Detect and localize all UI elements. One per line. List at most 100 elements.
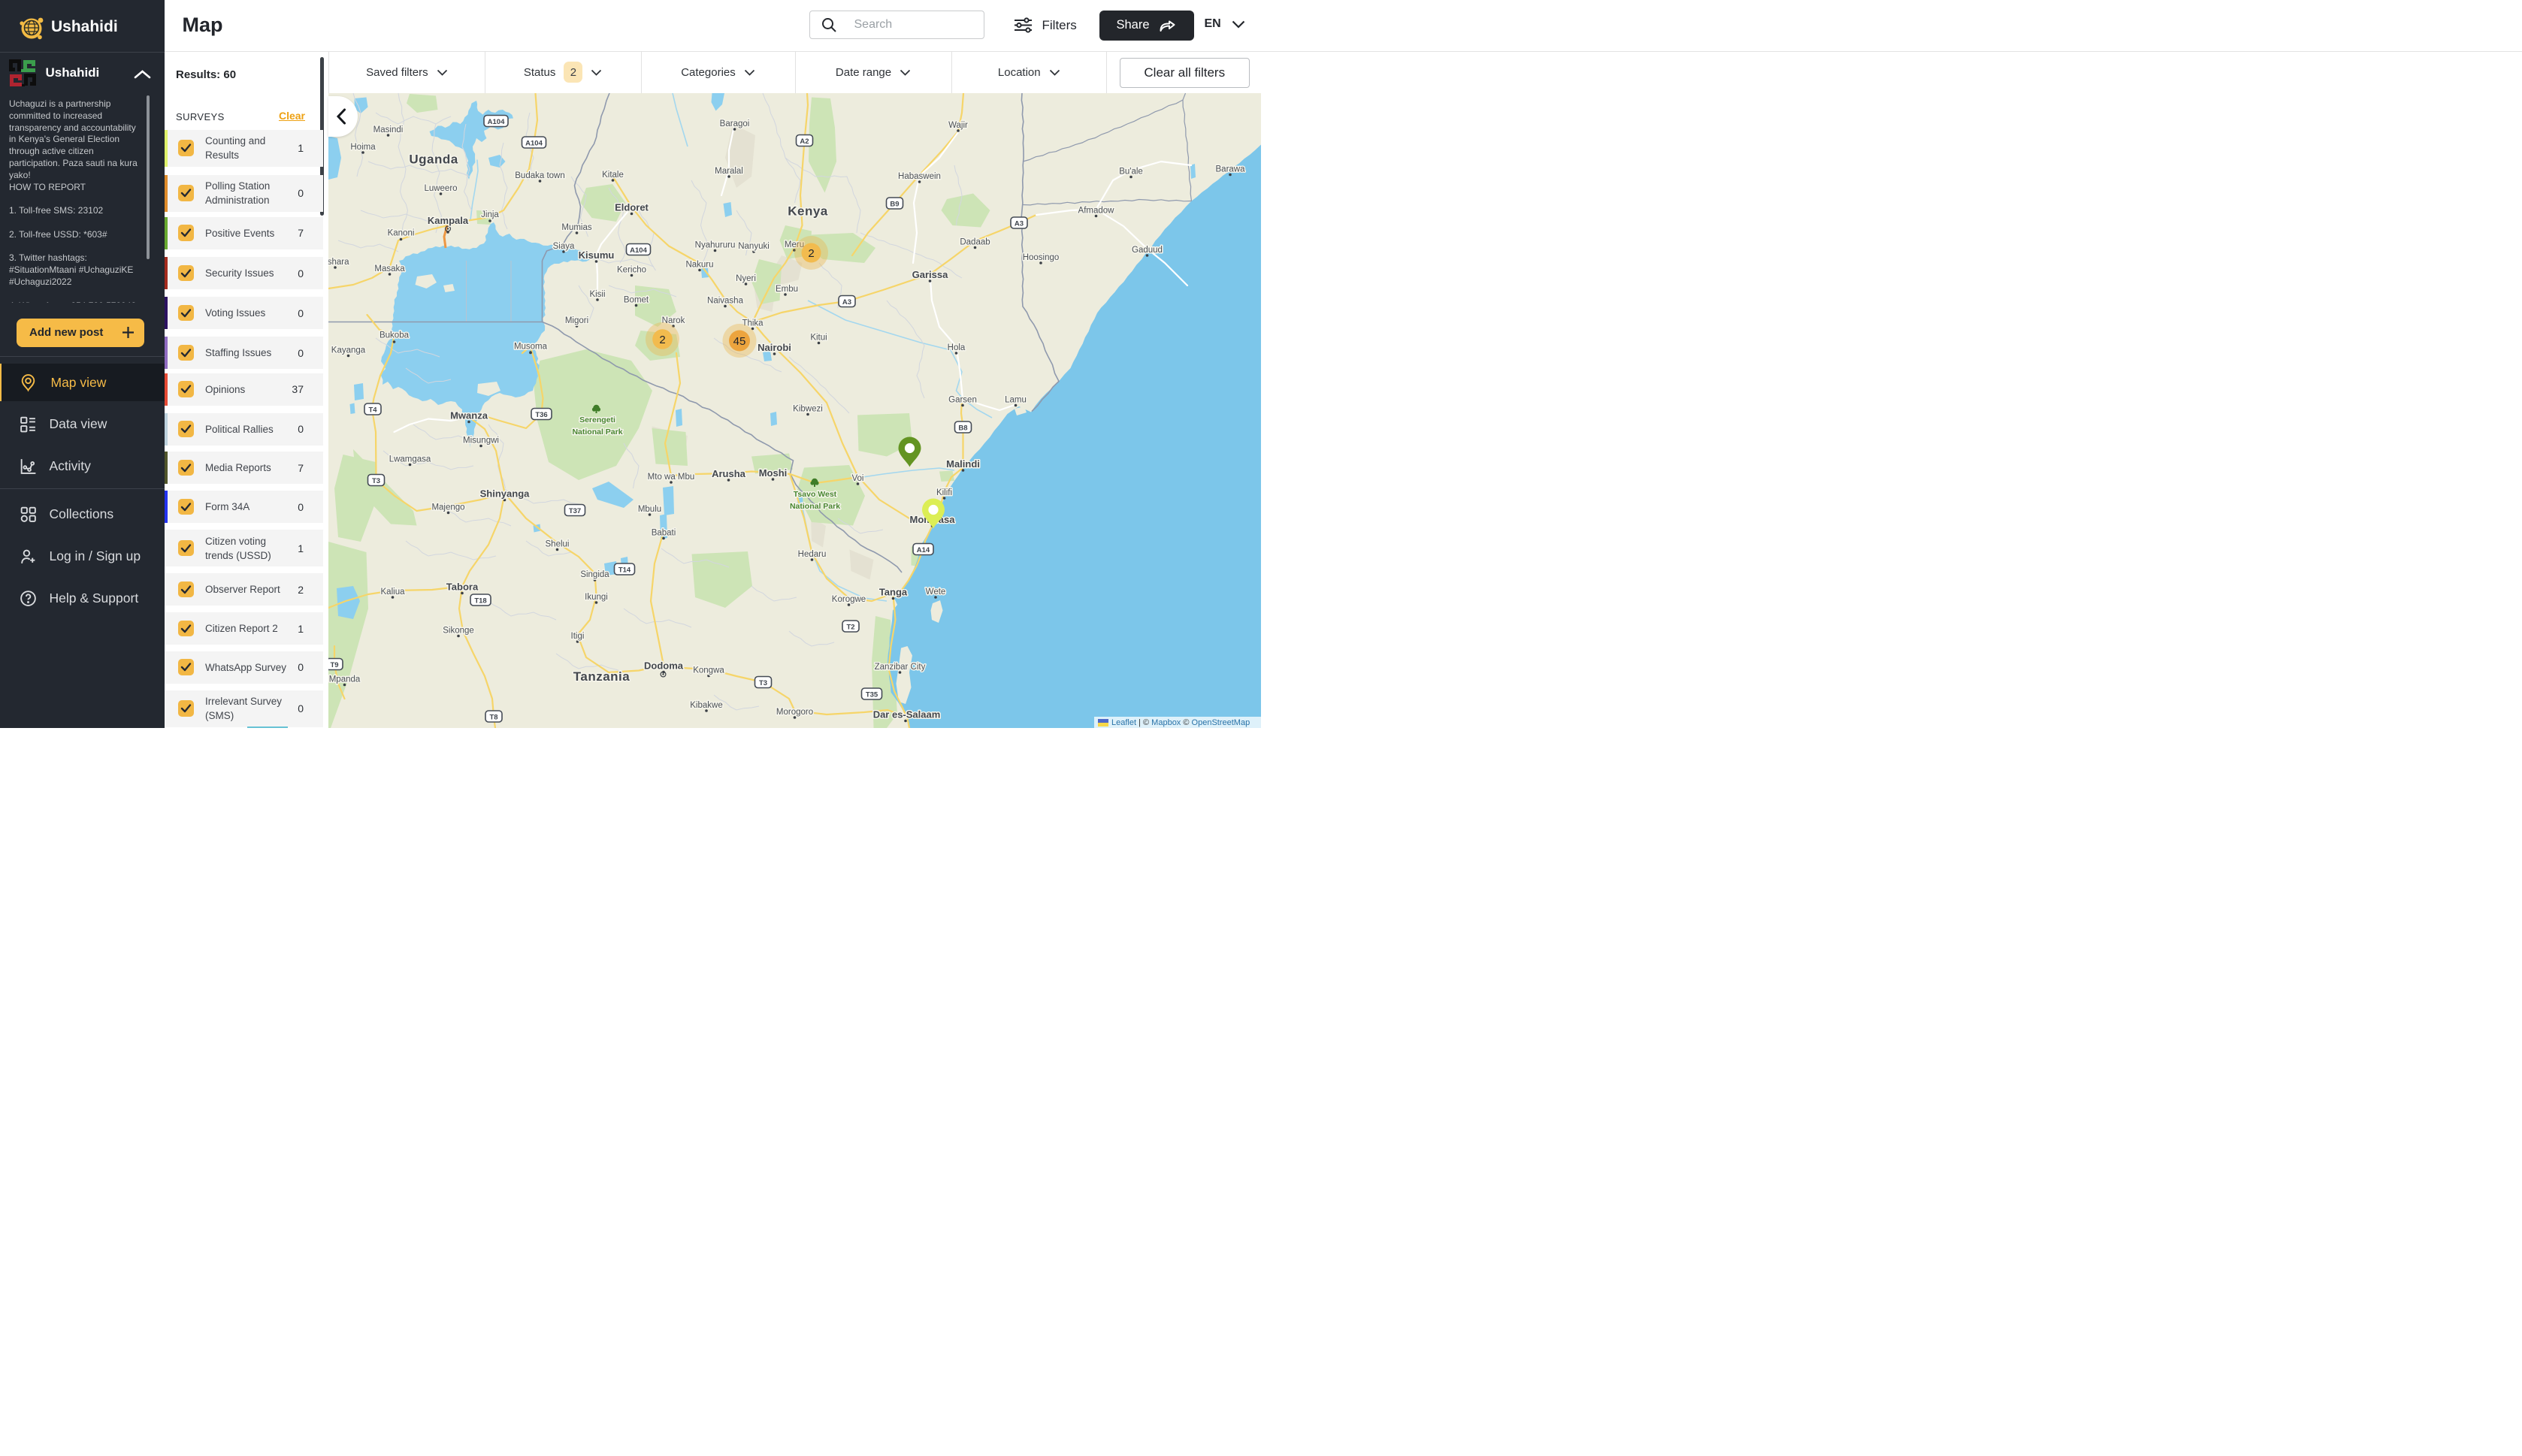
svg-text:Lamu: Lamu <box>1005 396 1027 405</box>
svg-text:Singida: Singida <box>580 570 609 579</box>
svg-text:Hoosingo: Hoosingo <box>1023 253 1060 262</box>
svg-text:Voi: Voi <box>852 474 864 483</box>
svg-text:Bukoba: Bukoba <box>380 331 410 340</box>
svg-text:Baragoi: Baragoi <box>720 119 750 128</box>
svg-text:Mpanda: Mpanda <box>329 675 361 684</box>
svg-text:Kanoni: Kanoni <box>388 229 415 238</box>
svg-text:A2: A2 <box>800 137 809 146</box>
svg-text:Musoma: Musoma <box>514 343 548 352</box>
svg-text:Tsavo West: Tsavo West <box>794 490 837 499</box>
svg-text:Ikungi: Ikungi <box>585 593 608 602</box>
svg-text:Kisumu: Kisumu <box>579 249 615 261</box>
svg-text:T2: T2 <box>846 624 854 632</box>
svg-text:National Park: National Park <box>790 502 840 511</box>
svg-text:Embu: Embu <box>776 285 798 294</box>
svg-text:Tanga: Tanga <box>879 587 908 598</box>
svg-text:Tanzania: Tanzania <box>573 669 630 684</box>
svg-text:Siaya: Siaya <box>553 242 575 251</box>
svg-text:45: 45 <box>733 335 746 348</box>
svg-text:Jinja: Jinja <box>481 210 499 219</box>
svg-text:Habaswein: Habaswein <box>898 172 941 181</box>
svg-text:A104: A104 <box>488 118 505 126</box>
svg-text:kashara: kashara <box>328 258 349 267</box>
svg-text:Kaliua: Kaliua <box>381 588 406 597</box>
svg-text:National Park: National Park <box>572 427 622 436</box>
svg-text:Sikonge: Sikonge <box>443 627 474 636</box>
svg-text:T9: T9 <box>330 661 338 669</box>
svg-text:2: 2 <box>659 334 665 346</box>
svg-text:Barawa: Barawa <box>1216 165 1246 174</box>
svg-text:Lwamgasa: Lwamgasa <box>389 455 431 464</box>
svg-text:Bomet: Bomet <box>624 296 649 305</box>
svg-text:Afmadow: Afmadow <box>1078 207 1115 216</box>
svg-text:Babati: Babati <box>652 529 676 538</box>
svg-text:Nanyuki: Nanyuki <box>738 242 770 251</box>
svg-text:T3: T3 <box>372 477 380 485</box>
svg-text:Dadaab: Dadaab <box>960 238 990 247</box>
svg-text:Kibakwe: Kibakwe <box>690 701 722 710</box>
svg-text:Kitale: Kitale <box>602 171 624 180</box>
svg-text:B8: B8 <box>958 424 967 433</box>
svg-text:Gaduud: Gaduud <box>1132 246 1163 255</box>
svg-text:Nairobi: Nairobi <box>758 342 791 353</box>
svg-text:Wajir: Wajir <box>948 121 968 130</box>
svg-text:Morogoro: Morogoro <box>776 708 813 717</box>
svg-text:T37: T37 <box>569 507 581 515</box>
svg-text:A3: A3 <box>842 298 851 307</box>
svg-text:Garsen: Garsen <box>948 396 977 405</box>
svg-text:Budaka town: Budaka town <box>515 171 565 180</box>
svg-text:Korogwe: Korogwe <box>832 595 866 604</box>
svg-text:Shelui: Shelui <box>546 540 570 549</box>
svg-text:Kongwa: Kongwa <box>693 666 724 675</box>
svg-text:Kericho: Kericho <box>617 266 646 275</box>
svg-text:T4: T4 <box>368 406 377 415</box>
svg-text:Hedaru: Hedaru <box>798 550 827 559</box>
svg-text:2: 2 <box>808 247 814 260</box>
svg-text:Wete: Wete <box>926 588 946 597</box>
svg-text:Kenya: Kenya <box>788 204 828 219</box>
svg-text:Kibwezi: Kibwezi <box>793 405 823 414</box>
svg-text:B9: B9 <box>890 201 899 209</box>
svg-text:Dodoma: Dodoma <box>644 660 684 672</box>
svg-text:Mumias: Mumias <box>561 223 592 232</box>
svg-text:T18: T18 <box>474 597 486 606</box>
svg-text:Kilifi: Kilifi <box>936 488 952 497</box>
svg-text:Tabora: Tabora <box>446 581 479 593</box>
svg-text:Serengeti: Serengeti <box>579 415 615 424</box>
svg-text:Hola: Hola <box>948 343 966 352</box>
svg-text:A104: A104 <box>525 140 543 148</box>
svg-text:T14: T14 <box>618 566 631 575</box>
svg-text:Migori: Migori <box>565 316 588 325</box>
svg-text:Bu'ale: Bu'ale <box>1119 168 1143 177</box>
svg-text:Shinyanga: Shinyanga <box>480 488 531 500</box>
svg-text:Kitui: Kitui <box>810 334 827 343</box>
svg-text:Eldoret: Eldoret <box>615 202 649 213</box>
svg-text:T3: T3 <box>759 679 767 687</box>
svg-text:Hoima: Hoima <box>350 143 376 152</box>
svg-text:Garissa: Garissa <box>912 269 948 280</box>
svg-text:Zanzibar City: Zanzibar City <box>875 663 926 672</box>
svg-text:Itigi: Itigi <box>571 632 585 641</box>
svg-text:Nyeri: Nyeri <box>736 274 756 283</box>
svg-text:Kampala: Kampala <box>428 215 469 226</box>
svg-text:Masaka: Masaka <box>374 264 405 273</box>
svg-text:Nakuru: Nakuru <box>685 261 713 270</box>
svg-text:A3: A3 <box>1015 220 1024 228</box>
svg-text:Mto wa Mbu: Mto wa Mbu <box>648 473 695 482</box>
svg-text:Moshi: Moshi <box>759 467 788 479</box>
svg-text:T36: T36 <box>535 411 547 419</box>
svg-text:Malindi: Malindi <box>946 458 980 470</box>
svg-text:Uganda: Uganda <box>409 153 458 167</box>
svg-text:Misungwi: Misungwi <box>463 436 499 446</box>
svg-text:Kayanga: Kayanga <box>331 346 366 355</box>
svg-text:Kisii: Kisii <box>589 290 605 299</box>
svg-text:Mbulu: Mbulu <box>638 505 661 514</box>
svg-text:Dar es-Salaam: Dar es-Salaam <box>873 709 941 720</box>
svg-text:T35: T35 <box>866 691 878 699</box>
svg-text:A104: A104 <box>630 246 647 255</box>
svg-text:Luweero: Luweero <box>424 184 457 193</box>
svg-text:A14: A14 <box>917 546 930 554</box>
svg-text:Masindi: Masindi <box>373 125 404 134</box>
svg-text:Maralal: Maralal <box>715 167 743 176</box>
svg-text:T8: T8 <box>489 714 497 722</box>
